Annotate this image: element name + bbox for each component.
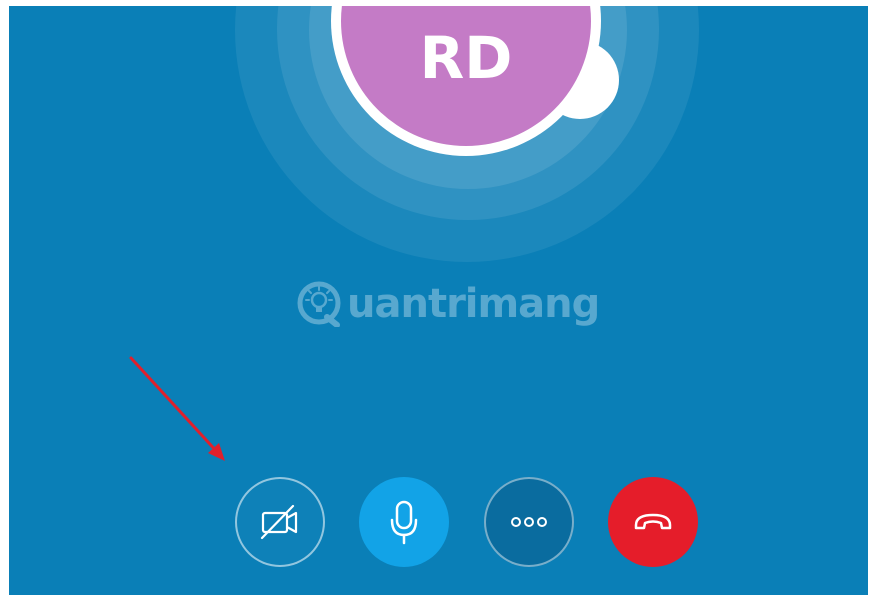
end-call-button[interactable] bbox=[608, 477, 698, 567]
video-off-icon bbox=[260, 504, 298, 540]
hang-up-icon bbox=[634, 513, 672, 530]
microphone-button[interactable] bbox=[359, 477, 449, 567]
call-screen: RD uantrimang bbox=[9, 6, 868, 595]
video-toggle-button[interactable] bbox=[235, 477, 325, 567]
more-dots-icon bbox=[511, 517, 547, 527]
call-controls bbox=[9, 6, 868, 595]
more-options-button[interactable] bbox=[484, 477, 574, 567]
microphone-icon bbox=[390, 500, 418, 545]
